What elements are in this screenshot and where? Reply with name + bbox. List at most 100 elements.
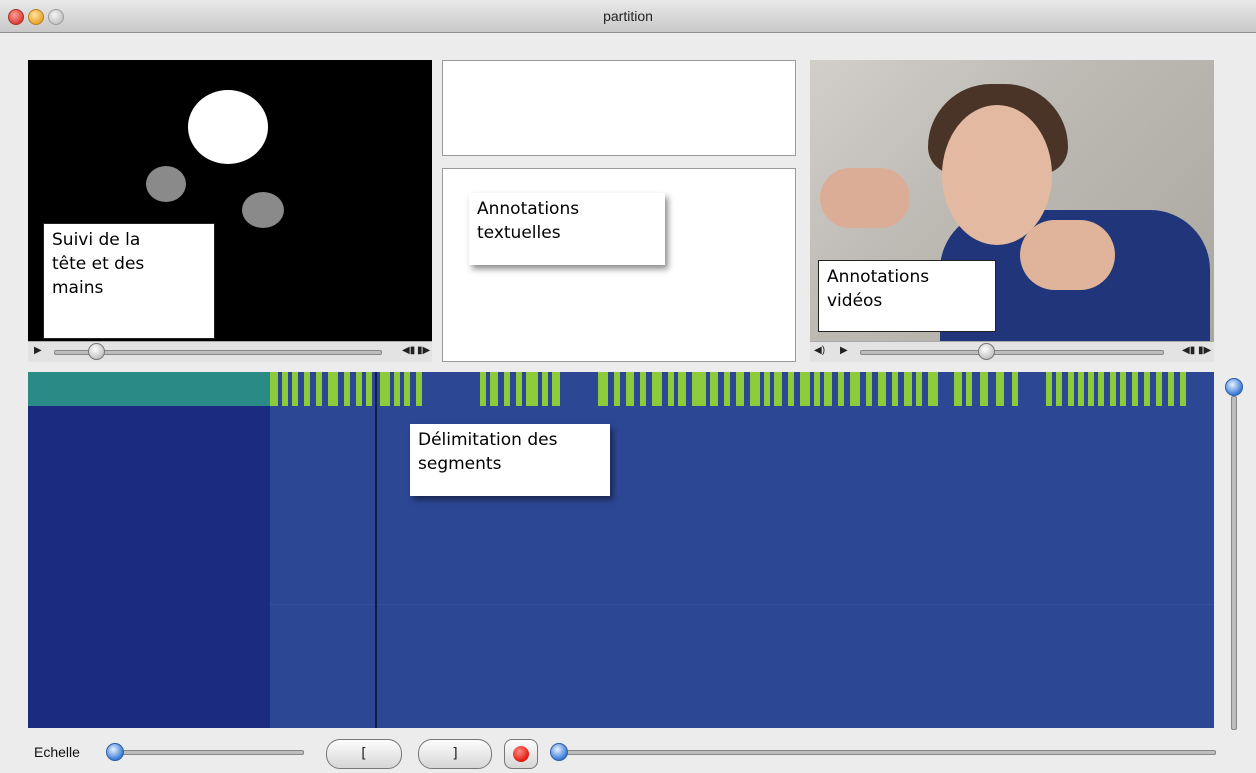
tracking-video-controls: ▶ ◀▮ ▮▶ [28, 341, 432, 362]
segment-marker[interactable] [954, 372, 962, 406]
vertical-slider-knob[interactable] [1225, 378, 1243, 396]
segment-marker[interactable] [304, 372, 310, 406]
segment-marker[interactable] [678, 372, 686, 406]
segment-marker[interactable] [480, 372, 486, 406]
segment-marker[interactable] [916, 372, 922, 406]
segment-marker[interactable] [980, 372, 988, 406]
segment-marker[interactable] [526, 372, 538, 406]
segment-marker[interactable] [270, 372, 278, 406]
bottom-toolbar: Echelle [ ] [0, 734, 1256, 773]
segment-start-button[interactable]: [ [326, 739, 402, 769]
segment-marker[interactable] [878, 372, 886, 406]
segment-marker[interactable] [824, 372, 832, 406]
annotation-video-scrubber-knob[interactable] [978, 343, 995, 360]
signer-hand [820, 168, 910, 228]
segment-marker[interactable] [1144, 372, 1150, 406]
segment-marker[interactable] [1098, 372, 1104, 406]
segment-marker[interactable] [1120, 372, 1126, 406]
segment-marker[interactable] [788, 372, 794, 406]
position-slider-knob[interactable] [550, 743, 568, 761]
signer-hand [1020, 220, 1115, 290]
segment-marker[interactable] [1168, 372, 1174, 406]
segment-marker[interactable] [292, 372, 298, 406]
position-slider-track[interactable] [560, 750, 1216, 755]
play-icon[interactable]: ▶ [34, 344, 42, 358]
segment-marker[interactable] [344, 372, 350, 406]
segment-marker[interactable] [1068, 372, 1074, 406]
segment-marker[interactable] [838, 372, 844, 406]
segment-marker[interactable] [552, 372, 560, 406]
text-annotations-panel[interactable]: Annotations textuelles [442, 168, 796, 362]
tracking-label: Suivi de la tête et des mains [43, 223, 215, 339]
segment-marker[interactable] [542, 372, 548, 406]
segment-marker[interactable] [316, 372, 322, 406]
segment-marker[interactable] [380, 372, 390, 406]
vertical-zoom-slider[interactable] [1225, 378, 1243, 730]
segment-marker[interactable] [328, 372, 338, 406]
segment-marker[interactable] [640, 372, 646, 406]
record-button[interactable] [504, 739, 538, 769]
segment-marker[interactable] [764, 372, 770, 406]
step-back-icon[interactable]: ◀▮ [402, 344, 415, 358]
segment-marker[interactable] [490, 372, 498, 406]
segments-label: Délimitation des segments [410, 424, 610, 496]
vertical-slider-track[interactable] [1231, 396, 1237, 730]
segment-marker[interactable] [814, 372, 820, 406]
segment-marker[interactable] [1078, 372, 1084, 406]
play-icon[interactable]: ▶ [840, 344, 848, 358]
segment-marker[interactable] [668, 372, 674, 406]
segment-timeline[interactable]: Délimitation des segments [28, 372, 1214, 728]
tracking-video-scrubber-knob[interactable] [88, 343, 105, 360]
segment-marker[interactable] [736, 372, 744, 406]
segment-marker[interactable] [598, 372, 608, 406]
segment-marker[interactable] [1180, 372, 1186, 406]
segment-marker[interactable] [692, 372, 706, 406]
segment-marker[interactable] [404, 372, 410, 406]
segment-marker[interactable] [1046, 372, 1052, 406]
segment-marker[interactable] [1088, 372, 1094, 406]
segment-marker[interactable] [366, 372, 372, 406]
segment-marker[interactable] [282, 372, 288, 406]
title-bar: partition [0, 0, 1256, 33]
segment-track[interactable] [28, 372, 1214, 406]
segment-marker[interactable] [1132, 372, 1138, 406]
segment-marker[interactable] [750, 372, 760, 406]
segment-marker[interactable] [904, 372, 912, 406]
segment-end-button[interactable]: ] [418, 739, 492, 769]
segment-marker[interactable] [516, 372, 522, 406]
segment-marker[interactable] [996, 372, 1004, 406]
volume-icon[interactable]: ◀) [814, 344, 825, 358]
annotation-video-panel: Annotations vidéos ◀) ▶ ◀▮ ▮▶ [810, 60, 1214, 362]
segment-marker[interactable] [1110, 372, 1116, 406]
segment-marker[interactable] [356, 372, 362, 406]
segment-marker[interactable] [774, 372, 782, 406]
segment-marker[interactable] [394, 372, 400, 406]
step-forward-icon[interactable]: ▮▶ [417, 344, 430, 358]
step-back-icon[interactable]: ◀▮ [1182, 344, 1195, 358]
text-preview-panel[interactable] [442, 60, 796, 156]
segment-marker[interactable] [614, 372, 620, 406]
annotation-video-scrubber[interactable] [860, 350, 1164, 355]
segment-marker[interactable] [800, 372, 810, 406]
segment-marker[interactable] [850, 372, 860, 406]
scale-slider-track[interactable] [118, 750, 304, 755]
step-forward-icon[interactable]: ▮▶ [1198, 344, 1211, 358]
scale-slider-knob[interactable] [106, 743, 124, 761]
segment-marker[interactable] [966, 372, 972, 406]
signer-face [942, 105, 1052, 245]
segment-marker[interactable] [892, 372, 898, 406]
segment-marker[interactable] [1012, 372, 1018, 406]
segment-marker[interactable] [928, 372, 938, 406]
segment-marker[interactable] [724, 372, 730, 406]
timeline-divider [270, 604, 1214, 605]
segment-marker[interactable] [504, 372, 510, 406]
segment-marker[interactable] [710, 372, 718, 406]
timeline-cursor[interactable] [375, 372, 377, 728]
segment-marker[interactable] [1056, 372, 1062, 406]
segment-marker[interactable] [626, 372, 634, 406]
segment-marker[interactable] [652, 372, 662, 406]
segment-marker[interactable] [866, 372, 872, 406]
segment-marker[interactable] [1156, 372, 1162, 406]
window-title: partition [603, 8, 653, 24]
segment-marker[interactable] [416, 372, 422, 406]
